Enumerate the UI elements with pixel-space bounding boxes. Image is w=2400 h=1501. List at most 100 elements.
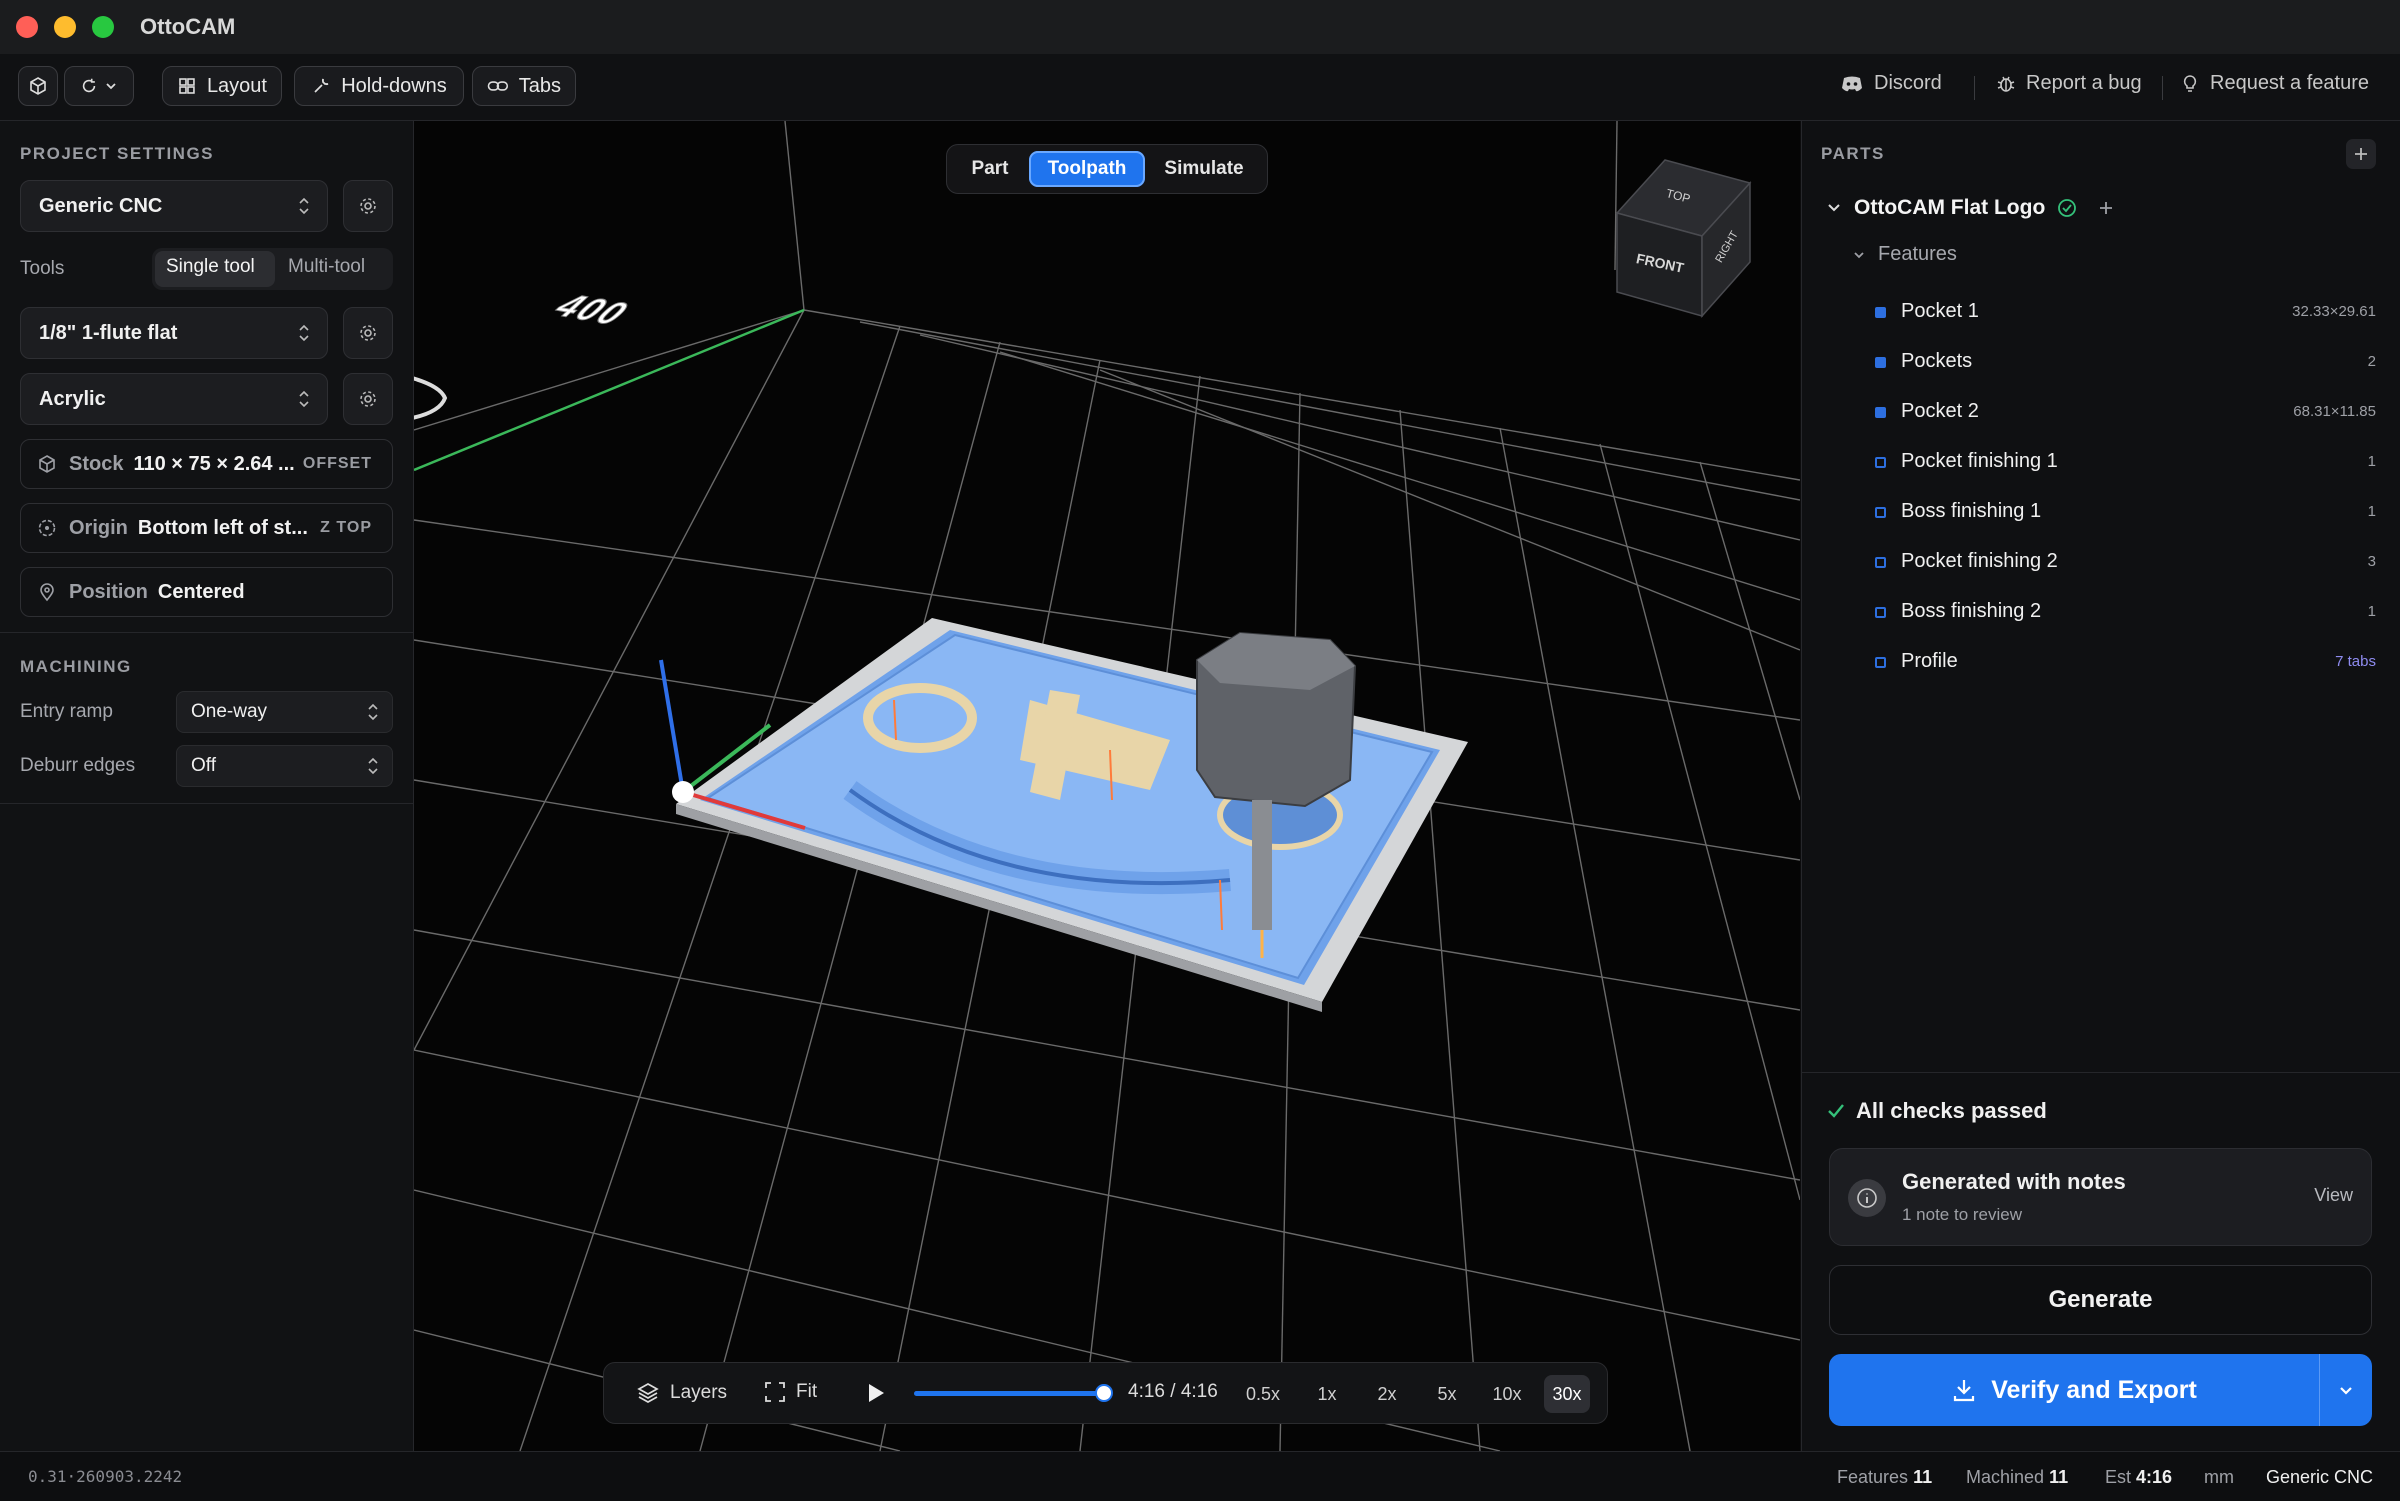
- layers-icon: [637, 1383, 659, 1403]
- view-notes-link[interactable]: View: [2314, 1185, 2353, 1206]
- progress-fill: [914, 1391, 1104, 1396]
- project-settings-title: PROJECT SETTINGS: [20, 144, 215, 163]
- features-count: Features 11: [1837, 1467, 1932, 1488]
- app-window: OttoCAM Layout Hold-downs Tabs Discord R…: [0, 0, 2400, 1501]
- link-icon: [487, 81, 509, 91]
- machine-settings-button[interactable]: [343, 180, 393, 232]
- estimated-time: Est 4:16: [2105, 1467, 2172, 1488]
- discord-link[interactable]: Discord: [1840, 72, 1942, 95]
- tool-settings-button[interactable]: [343, 307, 393, 359]
- list-item[interactable]: Pockets 2: [1801, 340, 2400, 384]
- verify-export-button[interactable]: Verify and Export: [1829, 1354, 2319, 1426]
- minimize-window-button[interactable]: [54, 16, 76, 38]
- viewport-mode-tabs: Part Toolpath Simulate: [946, 144, 1268, 194]
- progress-thumb[interactable]: [1095, 1384, 1113, 1402]
- machine-select[interactable]: Generic CNC: [20, 180, 328, 232]
- updown-caret-icon: [368, 757, 378, 775]
- notes-card[interactable]: Generated with notes 1 note to review Vi…: [1829, 1148, 2372, 1246]
- speed-0-5x[interactable]: 0.5x: [1240, 1375, 1286, 1413]
- checkmark-icon: [1828, 1104, 1844, 1118]
- speed-30x[interactable]: 30x: [1544, 1375, 1590, 1413]
- tool-mode-toggle: Single tool Multi-tool: [152, 248, 393, 290]
- close-window-button[interactable]: [16, 16, 38, 38]
- tool-select[interactable]: 1/8" 1-flute flat: [20, 307, 328, 359]
- speed-1x[interactable]: 1x: [1304, 1375, 1350, 1413]
- feature-filled-square-icon: [1875, 407, 1886, 418]
- chevron-down-icon: [1828, 204, 1840, 212]
- list-item[interactable]: Profile 7 tabs: [1801, 640, 2400, 684]
- generate-button[interactable]: Generate: [1829, 1265, 2372, 1335]
- discord-icon: [1842, 76, 1862, 91]
- list-item[interactable]: Boss finishing 2 1: [1801, 590, 2400, 634]
- play-button[interactable]: [866, 1382, 886, 1404]
- request-feature-link[interactable]: Request a feature: [2180, 72, 2369, 95]
- request-feature-label: Request a feature: [2210, 72, 2369, 94]
- origin-row[interactable]: Origin Bottom left of st... Z TOP: [20, 503, 393, 553]
- updown-caret-icon: [299, 324, 309, 342]
- holddowns-button[interactable]: Hold-downs: [294, 66, 464, 106]
- single-tool-option[interactable]: Single tool: [166, 256, 255, 278]
- box-view-button[interactable]: [18, 66, 58, 106]
- stock-offset-tag[interactable]: OFFSET: [303, 455, 372, 473]
- part-row-otto[interactable]: OttoCAM Flat Logo: [1826, 196, 2115, 220]
- tab-part[interactable]: Part: [955, 151, 1025, 187]
- speed-5x[interactable]: 5x: [1424, 1375, 1470, 1413]
- stock-row[interactable]: Stock 110 × 75 × 2.64 ... OFFSET: [20, 439, 393, 489]
- list-item[interactable]: Boss finishing 1 1: [1801, 490, 2400, 534]
- app-title: OttoCAM: [140, 14, 236, 39]
- tabs-button[interactable]: Tabs: [472, 66, 576, 106]
- deburr-select[interactable]: Off: [176, 745, 393, 787]
- list-item[interactable]: Pocket finishing 2 3: [1801, 540, 2400, 584]
- fit-label: Fit: [796, 1381, 818, 1402]
- units-indicator[interactable]: mm: [2204, 1467, 2234, 1488]
- gear-icon: [360, 391, 376, 407]
- speed-10x[interactable]: 10x: [1484, 1375, 1530, 1413]
- feature-value: 7 tabs: [2335, 653, 2376, 670]
- fit-button[interactable]: Fit: [764, 1381, 817, 1403]
- refresh-menu-button[interactable]: [64, 66, 134, 106]
- material-select[interactable]: Acrylic: [20, 373, 328, 425]
- features-count-value: 11: [1913, 1467, 1933, 1487]
- feature-value: 1: [2367, 603, 2376, 620]
- progress-track[interactable]: [914, 1384, 1113, 1402]
- feature-outline-square-icon: [1875, 507, 1886, 518]
- crosshair-icon: [38, 519, 56, 537]
- list-item[interactable]: Pocket finishing 1 1: [1801, 440, 2400, 484]
- export-options-button[interactable]: [2320, 1354, 2372, 1426]
- multi-tool-option[interactable]: Multi-tool: [288, 256, 365, 278]
- material-settings-button[interactable]: [343, 373, 393, 425]
- tab-toolpath[interactable]: Toolpath: [1029, 151, 1145, 187]
- gear-icon: [360, 325, 376, 341]
- tab-simulate[interactable]: Simulate: [1151, 151, 1257, 187]
- machined-count-label: Machined: [1966, 1467, 2045, 1487]
- origin-ztop-tag[interactable]: Z TOP: [320, 519, 372, 537]
- layers-button[interactable]: Layers: [636, 1381, 727, 1405]
- machined-count-value: 11: [2049, 1467, 2069, 1487]
- speed-2x[interactable]: 2x: [1364, 1375, 1410, 1413]
- lightbulb-icon: [2183, 74, 2197, 92]
- toolbar: Layout Hold-downs Tabs Discord Report a …: [0, 54, 2400, 121]
- checks-status-text: All checks passed: [1856, 1098, 2047, 1123]
- updown-caret-icon: [368, 703, 378, 721]
- report-bug-label: Report a bug: [2026, 72, 2142, 94]
- maximize-window-button[interactable]: [92, 16, 114, 38]
- estimated-time-value: 4:16: [2136, 1467, 2173, 1487]
- feature-name: Pocket finishing 1: [1901, 450, 2058, 472]
- features-group[interactable]: Features: [1852, 243, 1957, 266]
- deburr-value: Off: [191, 755, 216, 776]
- plus-icon[interactable]: [2097, 199, 2115, 217]
- list-item[interactable]: Pocket 1 32.33×29.61: [1801, 290, 2400, 334]
- report-bug-link[interactable]: Report a bug: [1996, 72, 2142, 95]
- 3d-viewport[interactable]: 400 TOP FRONT RIGHT: [414, 121, 1800, 1451]
- feature-name: Pocket finishing 2: [1901, 550, 2058, 572]
- layout-button[interactable]: Layout: [162, 66, 282, 106]
- position-row[interactable]: Position Centered: [20, 567, 393, 617]
- part-name: OttoCAM Flat Logo: [1854, 196, 2046, 219]
- feature-value: 2: [2367, 353, 2376, 370]
- add-part-button[interactable]: [2346, 139, 2376, 169]
- origin-value: Bottom left of st...: [137, 516, 308, 539]
- feature-value: 1: [2367, 503, 2376, 520]
- feature-outline-square-icon: [1875, 657, 1886, 668]
- entry-ramp-select[interactable]: One-way: [176, 691, 393, 733]
- list-item[interactable]: Pocket 2 68.31×11.85: [1801, 390, 2400, 434]
